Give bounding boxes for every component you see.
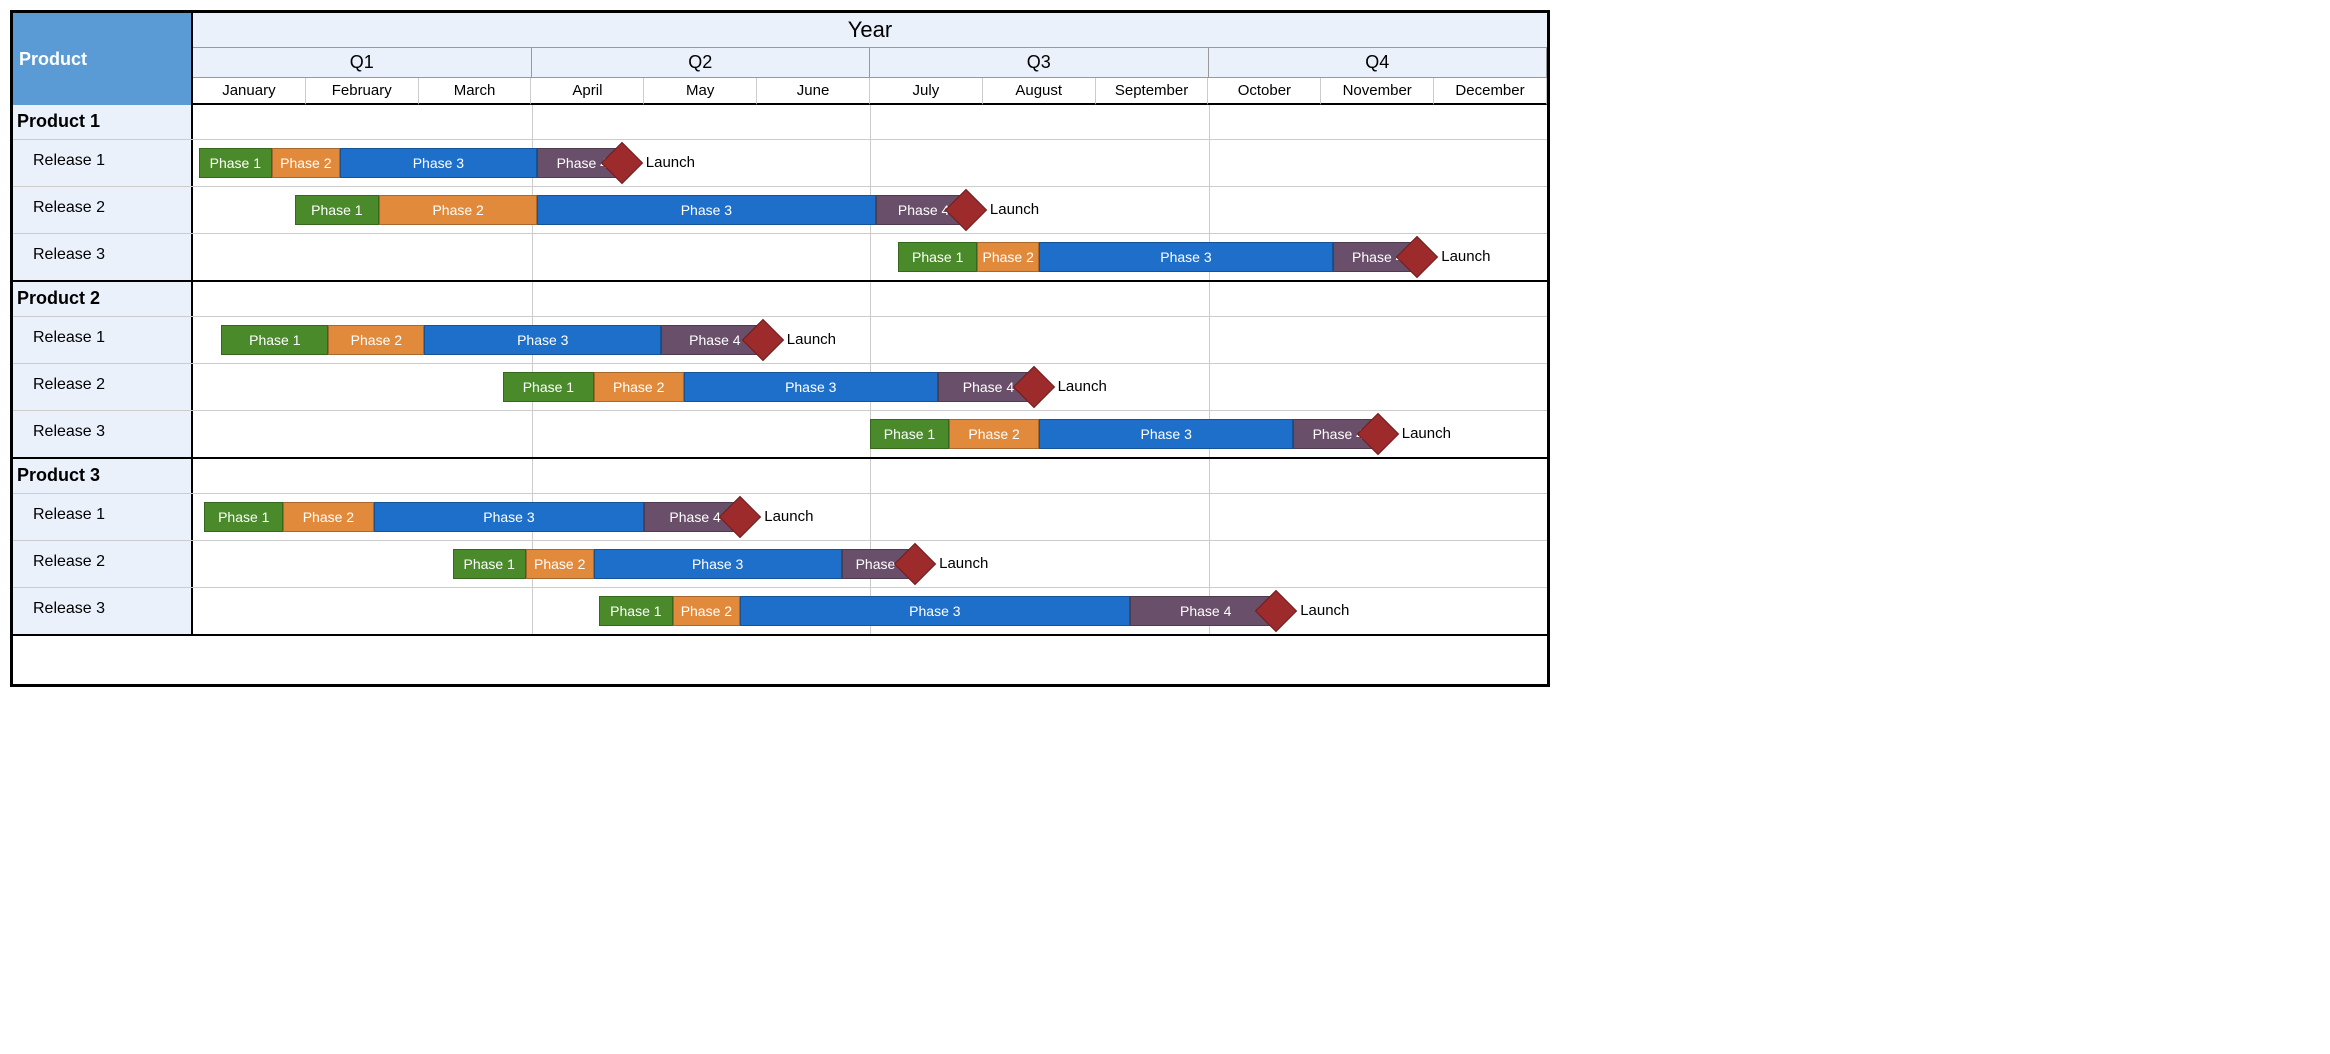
footer-row	[13, 636, 1547, 684]
phase-bar: Phase 1	[898, 242, 977, 272]
release-label: Release 2	[13, 187, 193, 233]
product-header: Product 1	[13, 105, 1547, 140]
phase-bar: Phase 3	[740, 596, 1129, 626]
release-label: Release 3	[13, 588, 193, 634]
phase-bar: Phase 2	[673, 596, 741, 626]
gantt-track: Phase 1Phase 2Phase 3Phase 4Launch	[193, 541, 1547, 587]
phase-bar: Phase 2	[379, 195, 537, 225]
phase-bar: Phase 1	[199, 148, 272, 178]
quarter-q2: Q2	[532, 48, 871, 78]
phase-bar: Phase 2	[272, 148, 340, 178]
release-row: Release 2Phase 1Phase 2Phase 3Phase 4Lau…	[13, 364, 1547, 411]
phase-bar: Phase 1	[870, 419, 949, 449]
phase-bar: Phase 3	[594, 549, 842, 579]
launch-milestone-label: Launch	[764, 508, 813, 525]
launch-milestone-label: Launch	[646, 154, 695, 171]
month-july: July	[870, 78, 983, 105]
product-column-header: Product	[13, 13, 193, 105]
product-name: Product 1	[13, 105, 193, 139]
release-row: Release 3Phase 1Phase 2Phase 3Phase 4Lau…	[13, 588, 1547, 636]
phase-bar: Phase 1	[204, 502, 283, 532]
phase-bar: Phase 2	[283, 502, 373, 532]
gantt-track: Phase 1Phase 2Phase 3Phase 4Launch	[193, 588, 1547, 634]
month-march: March	[419, 78, 532, 105]
product-name: Product 2	[13, 282, 193, 316]
release-label: Release 1	[13, 317, 193, 363]
month-april: April	[531, 78, 644, 105]
phase-bar: Phase 2	[977, 242, 1039, 272]
gantt-track: Phase 1Phase 2Phase 3Phase 4Launch	[193, 364, 1547, 410]
launch-milestone-label: Launch	[1441, 248, 1490, 265]
launch-milestone-label: Launch	[1300, 602, 1349, 619]
launch-milestone-label: Launch	[787, 331, 836, 348]
phase-bar: Phase 2	[526, 549, 594, 579]
month-october: October	[1208, 78, 1321, 105]
release-row: Release 1Phase 1Phase 2Phase 3Phase 4Lau…	[13, 140, 1547, 187]
header-row: Product Year Q1Q2Q3Q4 JanuaryFebruaryMar…	[13, 13, 1547, 105]
release-label: Release 1	[13, 494, 193, 540]
month-january: January	[193, 78, 306, 105]
release-label: Release 3	[13, 411, 193, 457]
launch-milestone-label: Launch	[939, 555, 988, 572]
product-name: Product 3	[13, 459, 193, 493]
timeline-header: Year Q1Q2Q3Q4 JanuaryFebruaryMarchAprilM…	[193, 13, 1547, 105]
chart-body: Product 1Release 1Phase 1Phase 2Phase 3P…	[13, 105, 1547, 636]
phase-bar: Phase 1	[599, 596, 672, 626]
launch-milestone-label: Launch	[1058, 378, 1107, 395]
phase-bar: Phase 2	[594, 372, 684, 402]
release-row: Release 2Phase 1Phase 2Phase 3Phase 4Lau…	[13, 541, 1547, 588]
phase-bar: Phase 3	[424, 325, 661, 355]
quarter-q3: Q3	[870, 48, 1209, 78]
product-header: Product 3	[13, 459, 1547, 494]
phase-bar: Phase 1	[295, 195, 380, 225]
release-label: Release 1	[13, 140, 193, 186]
phase-bar: Phase 3	[374, 502, 645, 532]
quarter-q1: Q1	[193, 48, 532, 78]
gantt-track: Phase 1Phase 2Phase 3Phase 4Launch	[193, 317, 1547, 363]
gantt-track: Phase 1Phase 2Phase 3Phase 4Launch	[193, 494, 1547, 540]
phase-bar: Phase 1	[221, 325, 328, 355]
release-row: Release 3Phase 1Phase 2Phase 3Phase 4Lau…	[13, 411, 1547, 459]
phase-bar: Phase 1	[453, 549, 526, 579]
launch-milestone-label: Launch	[990, 201, 1039, 218]
release-row: Release 3Phase 1Phase 2Phase 3Phase 4Lau…	[13, 234, 1547, 282]
phase-bar: Phase 1	[503, 372, 593, 402]
year-label: Year	[193, 13, 1547, 48]
month-june: June	[757, 78, 870, 105]
phase-bar: Phase 3	[1039, 242, 1332, 272]
month-may: May	[644, 78, 757, 105]
phase-bar: Phase 3	[537, 195, 876, 225]
release-row: Release 1Phase 1Phase 2Phase 3Phase 4Lau…	[13, 494, 1547, 541]
months-row: JanuaryFebruaryMarchAprilMayJuneJulyAugu…	[193, 78, 1547, 105]
phase-bar: Phase 3	[1039, 419, 1293, 449]
phase-bar: Phase 3	[340, 148, 537, 178]
quarter-q4: Q4	[1209, 48, 1548, 78]
product-header: Product 2	[13, 282, 1547, 317]
phase-bar: Phase 3	[684, 372, 938, 402]
gantt-track: Phase 1Phase 2Phase 3Phase 4Launch	[193, 411, 1547, 457]
gantt-track: Phase 1Phase 2Phase 3Phase 4Launch	[193, 140, 1547, 186]
gantt-track: Phase 1Phase 2Phase 3Phase 4Launch	[193, 234, 1547, 280]
quarters-row: Q1Q2Q3Q4	[193, 48, 1547, 78]
release-row: Release 2Phase 1Phase 2Phase 3Phase 4Lau…	[13, 187, 1547, 234]
month-december: December	[1434, 78, 1547, 105]
release-row: Release 1Phase 1Phase 2Phase 3Phase 4Lau…	[13, 317, 1547, 364]
release-label: Release 2	[13, 364, 193, 410]
phase-bar: Phase 2	[949, 419, 1039, 449]
month-august: August	[983, 78, 1096, 105]
release-label: Release 3	[13, 234, 193, 280]
gantt-track: Phase 1Phase 2Phase 3Phase 4Launch	[193, 187, 1547, 233]
month-november: November	[1321, 78, 1434, 105]
month-september: September	[1096, 78, 1209, 105]
month-february: February	[306, 78, 419, 105]
launch-milestone-label: Launch	[1402, 425, 1451, 442]
roadmap-chart: Product Year Q1Q2Q3Q4 JanuaryFebruaryMar…	[10, 10, 1550, 687]
phase-bar: Phase 2	[328, 325, 424, 355]
release-label: Release 2	[13, 541, 193, 587]
